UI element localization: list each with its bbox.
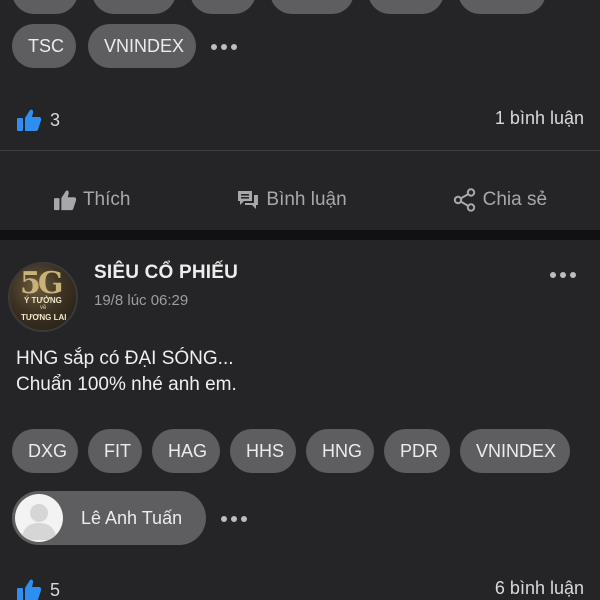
like-summary[interactable]: 5 xyxy=(16,578,60,600)
author-avatar[interactable]: 5G Ý TƯỞNG về TƯƠNG LAI xyxy=(8,262,78,332)
post-text-line: HNG sắp có ĐẠI SÓNG... xyxy=(16,348,234,369)
tag-chip-hag[interactable]: HAG xyxy=(152,429,220,473)
default-avatar-icon xyxy=(15,494,63,542)
tag-chip-hng[interactable]: HNG xyxy=(306,429,374,473)
author-name[interactable]: SIÊU CỔ PHIẾU xyxy=(94,262,238,284)
tag-chip-tsc[interactable]: TSC xyxy=(12,24,76,68)
post-body: HNG sắp có ĐẠI SÓNG... Chuẩn 100% nhé an… xyxy=(16,346,237,398)
tag-chip[interactable] xyxy=(92,0,176,14)
tag-chip-fit[interactable]: FIT xyxy=(88,429,142,473)
tagged-user-chip[interactable]: Lê Anh Tuấn xyxy=(12,491,206,545)
thumbs-up-icon xyxy=(53,190,77,211)
post-card-previous: TSC VNINDEX 3 1 bình luận Thích Bình luậ… xyxy=(0,0,600,230)
tag-chip[interactable] xyxy=(368,0,444,14)
like-count: 3 xyxy=(50,109,61,130)
divider xyxy=(0,150,600,151)
post-timestamp[interactable]: 19/8 lúc 06:29 xyxy=(94,292,188,309)
tagged-user-name: Lê Anh Tuấn xyxy=(81,507,183,528)
like-button[interactable]: Thích xyxy=(53,189,131,211)
tag-chip-pdr[interactable]: PDR xyxy=(384,429,450,473)
comment-count[interactable]: 1 bình luận xyxy=(495,108,584,129)
tag-chip[interactable] xyxy=(190,0,256,14)
thumbs-up-icon xyxy=(17,109,42,131)
post-text-line: Chuẩn 100% nhé anh em. xyxy=(16,374,237,395)
thumbs-up-icon xyxy=(17,579,42,600)
tag-chip-dxg[interactable]: DXG xyxy=(12,429,78,473)
like-summary[interactable]: 3 xyxy=(16,108,60,132)
share-icon xyxy=(453,188,475,212)
like-button-label: Thích xyxy=(82,189,131,210)
comment-button-label: Bình luận xyxy=(266,189,347,210)
share-button-label: Chia sẻ xyxy=(482,189,548,210)
chat-bubble-icon xyxy=(238,191,259,209)
share-button[interactable]: Chia sẻ xyxy=(453,188,547,212)
action-bar: Thích Bình luận Chia sẻ xyxy=(0,175,600,225)
tag-chip[interactable] xyxy=(270,0,354,14)
like-count: 5 xyxy=(50,579,61,600)
more-options-icon[interactable] xyxy=(550,270,576,280)
post-card: 5G Ý TƯỞNG về TƯƠNG LAI SIÊU CỔ PHIẾU 19… xyxy=(0,240,600,600)
tag-chip[interactable] xyxy=(12,0,78,14)
tag-chip-vnindex[interactable]: VNINDEX xyxy=(88,24,196,68)
tag-chip-vnindex[interactable]: VNINDEX xyxy=(460,429,570,473)
comment-button[interactable]: Bình luận xyxy=(236,189,347,211)
comment-count[interactable]: 6 bình luận xyxy=(495,578,584,599)
more-users-icon[interactable] xyxy=(221,514,247,524)
tag-chip[interactable] xyxy=(458,0,546,14)
more-tags-icon[interactable] xyxy=(211,42,237,52)
tag-chip-hhs[interactable]: HHS xyxy=(230,429,296,473)
